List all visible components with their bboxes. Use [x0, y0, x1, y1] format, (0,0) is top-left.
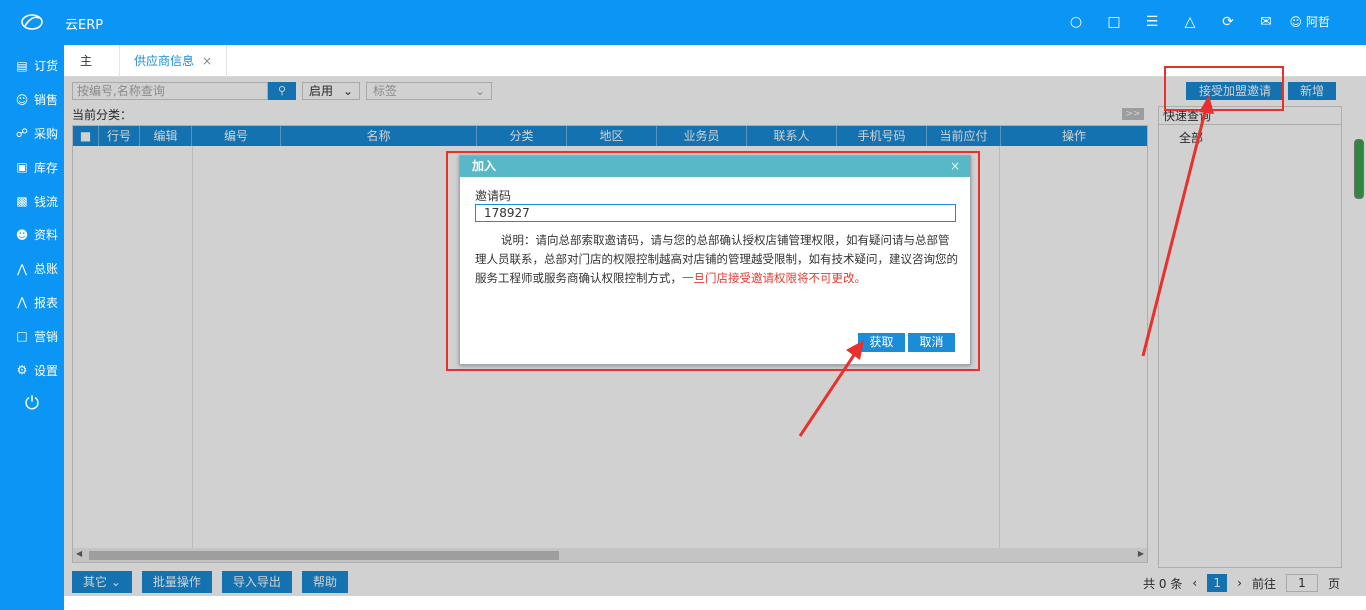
tab-home[interactable]: 主页 — [64, 45, 120, 100]
shirt-icon[interactable]: △ — [1180, 12, 1200, 32]
report-icon: ⋀ — [17, 295, 27, 310]
chart-icon: ⋀ — [17, 261, 27, 276]
refresh-icon[interactable]: ⟳ — [1218, 12, 1238, 32]
money-box-icon: ▩ — [16, 194, 28, 209]
sidebar-item-label: 资料 — [34, 228, 59, 243]
sidebar-item-label: 设置 — [34, 363, 59, 378]
sidebar-item-label: 总账 — [34, 262, 59, 277]
warehouse-icon: ▣ — [16, 160, 28, 175]
tab-label: 供应商信息 — [134, 54, 195, 68]
close-icon[interactable]: × — [202, 54, 212, 68]
sidebar-item-inventory[interactable]: ▣ 库存 — [0, 150, 64, 184]
sidebar-item-label: 报表 — [34, 295, 59, 310]
menu-icon[interactable]: ☰ — [1142, 12, 1162, 32]
sidebar-item-purchase[interactable]: ☍ 采购 — [0, 117, 64, 151]
sidebar-item-ledger[interactable]: ⋀ 总账 — [0, 252, 64, 286]
power-icon[interactable]: ⏻ — [0, 393, 64, 414]
sidebar-item-label: 营销 — [34, 329, 59, 344]
cloud-logo-icon — [21, 14, 43, 30]
check-square-icon[interactable]: □ — [1104, 12, 1124, 32]
marketing-icon: □ — [16, 329, 28, 344]
user-icon: ☺ — [1289, 14, 1302, 29]
sidebar-item-data[interactable]: ☻ 资料 — [0, 218, 64, 252]
gear-icon: ⚙ — [16, 363, 28, 378]
contacts-icon: ☻ — [15, 227, 29, 242]
highlight-box — [446, 151, 980, 371]
highlight-box — [1164, 66, 1284, 111]
sidebar: ▤ 订货 ☺ 销售 ☍ 采购 ▣ 库存 ▩ 钱流 ☻ 资料 ⋀ 总账 ⋀ 报表 □ 营销 ⚙ 设置 … — [0, 45, 64, 610]
tab-supplier-info[interactable]: 供应商信息 × — [120, 45, 228, 77]
brand-name: 云ERP — [65, 18, 104, 33]
sidebar-item-label: 库存 — [34, 160, 59, 175]
mail-icon[interactable]: ✉ — [1256, 12, 1276, 32]
person-icon: ☺ — [15, 92, 29, 107]
clipboard-icon: ▤ — [16, 58, 28, 73]
sidebar-item-label: 销售 — [34, 93, 59, 108]
sidebar-item-settings[interactable]: ⚙ 设置 — [0, 353, 64, 387]
sidebar-item-marketing[interactable]: □ 营销 — [0, 319, 64, 353]
sidebar-item-label: 订货 — [34, 59, 59, 74]
top-bar: 云ERP ○ □ ☰ △ ⟳ ✉ ☺ 阿哲 — [0, 0, 1366, 45]
sidebar-item-label: 钱流 — [34, 194, 59, 209]
sidebar-item-label: 采购 — [34, 126, 59, 141]
user-name: 阿哲 — [1305, 15, 1330, 29]
user-menu[interactable]: ☺ 阿哲 — [1289, 13, 1330, 30]
sidebar-item-orders[interactable]: ▤ 订货 — [0, 49, 64, 83]
sidebar-item-sales[interactable]: ☺ 销售 — [0, 83, 64, 117]
sidebar-item-reports[interactable]: ⋀ 报表 — [0, 286, 64, 320]
bulb-icon[interactable]: ○ — [1066, 12, 1086, 32]
cart-icon: ☍ — [15, 126, 29, 141]
sidebar-item-cashflow[interactable]: ▩ 钱流 — [0, 184, 64, 218]
